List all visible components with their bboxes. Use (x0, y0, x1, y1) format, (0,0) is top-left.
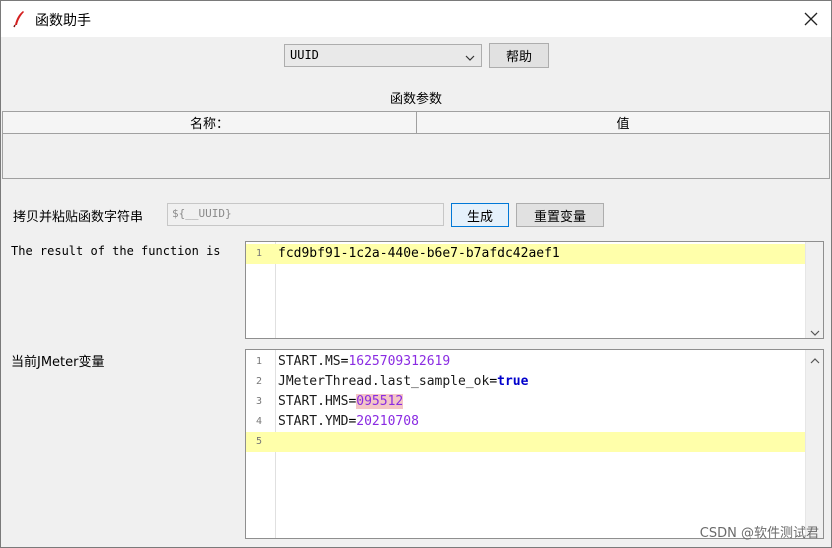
result-value[interactable]: fcd9bf91-1c2a-440e-b6e7-b7afdc42aef1 (278, 244, 560, 264)
result-editor[interactable]: 1 fcd9bf91-1c2a-440e-b6e7-b7afdc42aef1 (245, 241, 824, 339)
variables-label: 当前JMeter变量 (11, 355, 105, 370)
line-number: 1 (255, 356, 263, 367)
line-number: 5 (255, 436, 263, 447)
chevron-up-icon[interactable] (810, 354, 820, 364)
var-key: START.MS (278, 354, 341, 369)
line-number: 1 (255, 248, 263, 259)
line-number: 3 (255, 396, 263, 407)
help-button[interactable]: 帮助 (489, 43, 549, 68)
watermark: CSDN @软件测试君 (699, 526, 819, 541)
reset-variables-button[interactable]: 重置变量 (516, 203, 604, 227)
line-content: START.MS=1625709312619 (278, 352, 450, 372)
close-button[interactable] (797, 5, 825, 33)
function-helper-window: 函数助手 UUID 帮助 函数参数 名称： 值 拷贝并粘贴函数字符串 ${__U… (0, 0, 832, 548)
var-key: START.HMS (278, 394, 349, 409)
var-value: true (497, 374, 529, 389)
code-line: 1 fcd9bf91-1c2a-440e-b6e7-b7afdc42aef1 (246, 244, 805, 264)
var-value: 1625709312619 (348, 354, 451, 369)
title-bar[interactable]: 函数助手 (1, 1, 831, 37)
line-content: START.YMD=20210708 (278, 412, 419, 432)
line-content: START.HMS=095512 (278, 392, 404, 412)
var-key: JMeterThread.last_sample_ok (278, 374, 490, 389)
line-content: JMeterThread.last_sample_ok=true (278, 372, 528, 392)
copy-paste-label: 拷贝并粘贴函数字符串 (13, 210, 144, 225)
window-title: 函数助手 (35, 13, 91, 29)
function-string-field[interactable]: ${__UUID} (167, 203, 444, 226)
parameters-table[interactable]: 名称： 值 (2, 111, 830, 179)
equals-sign: = (489, 374, 498, 389)
code-line: 3 START.HMS=095512 (246, 392, 823, 412)
var-value: 095512 (356, 394, 404, 409)
code-line: 2 JMeterThread.last_sample_ok=true (246, 372, 823, 392)
var-value: 20210708 (356, 414, 419, 429)
code-line: 1 START.MS=1625709312619 (246, 352, 823, 372)
line-number: 4 (255, 416, 263, 427)
line-number: 2 (255, 376, 263, 387)
column-header-name[interactable]: 名称： (3, 112, 417, 133)
chevron-down-icon[interactable] (810, 326, 820, 336)
code-line: 4 START.YMD=20210708 (246, 412, 823, 432)
chevron-down-icon (465, 51, 475, 61)
result-scrollbar[interactable] (805, 242, 823, 338)
close-icon (804, 12, 818, 26)
result-label: The result of the function is (11, 244, 221, 258)
generate-button[interactable]: 生成 (451, 203, 509, 227)
variables-scrollbar[interactable] (805, 350, 823, 538)
variables-editor[interactable]: 1 START.MS=1625709312619 2 JMeterThread.… (245, 349, 824, 539)
column-header-value[interactable]: 值 (417, 112, 829, 133)
var-key: START.YMD (278, 414, 349, 429)
code-line: 5 (246, 432, 805, 452)
function-select[interactable]: UUID (284, 44, 482, 67)
feather-icon (11, 10, 27, 28)
parameters-table-header: 名称： 值 (3, 112, 829, 134)
parameters-section-title: 函数参数 (389, 92, 442, 107)
function-select-value: UUID (290, 48, 319, 62)
